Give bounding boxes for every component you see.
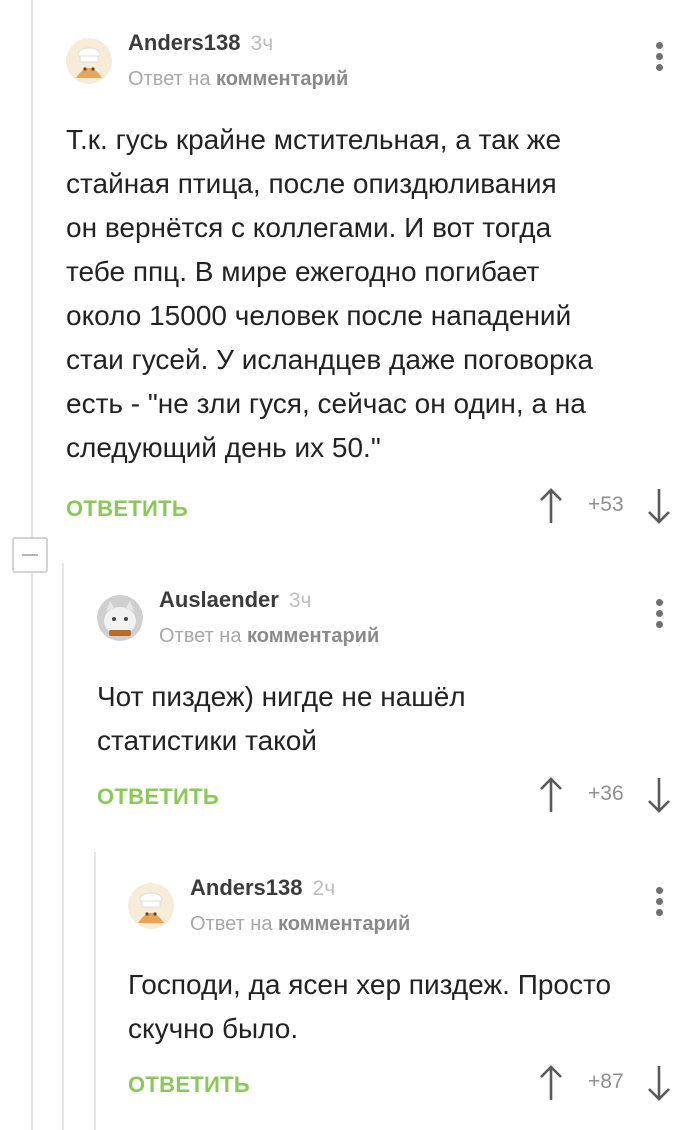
chef-avatar-icon	[128, 883, 174, 929]
collapse-thread-button[interactable]	[12, 537, 48, 573]
arrow-up-icon[interactable]	[538, 776, 564, 814]
comment-time: 2ч	[312, 877, 336, 900]
comment-author[interactable]: Anders138 2ч	[190, 875, 335, 901]
rating-value: +36	[588, 782, 624, 805]
reply-target-link[interactable]: комментарий	[278, 913, 410, 935]
arrow-down-icon[interactable]	[646, 487, 672, 525]
rating-value: +53	[588, 493, 624, 516]
comment: Auslaender 3ч Ответ на комментарий Чот пи…	[97, 587, 677, 827]
comment: Anders138 3ч Ответ на комментарий Т.к. гу…	[66, 30, 676, 530]
reply-button[interactable]: ОТВЕТИТЬ	[66, 496, 188, 522]
reply-to-line: Ответ на комментарий	[159, 625, 379, 648]
rating-value: +87	[588, 1070, 624, 1093]
more-vertical-icon[interactable]	[654, 42, 664, 72]
thread-line-level-1	[62, 563, 64, 1130]
arrow-up-icon[interactable]	[538, 1064, 564, 1102]
reply-prefix: Ответ на	[190, 913, 273, 935]
reply-button[interactable]: ОТВЕТИТЬ	[128, 1072, 250, 1098]
author-name[interactable]: Auslaender	[159, 587, 279, 612]
reply-to-line: Ответ на комментарий	[190, 913, 410, 936]
minus-icon	[22, 554, 38, 556]
reply-target-link[interactable]: комментарий	[247, 625, 379, 647]
author-name[interactable]: Anders138	[190, 875, 303, 900]
more-vertical-icon[interactable]	[654, 887, 664, 917]
comment-body: Т.к. гусь крайне мстительная, а так же с…	[66, 124, 594, 463]
reply-prefix: Ответ на	[128, 68, 211, 90]
reply-prefix: Ответ на	[159, 625, 242, 647]
cat-avatar-icon	[97, 595, 143, 641]
chef-avatar-icon	[66, 38, 112, 84]
arrow-down-icon[interactable]	[646, 1064, 672, 1102]
comment-body: Господи, да ясен хер пиздеж. Просто скуч…	[128, 969, 612, 1044]
comment-time: 3ч	[288, 589, 312, 612]
comment-author[interactable]: Anders138 3ч	[128, 30, 273, 56]
comment: Anders138 2ч Ответ на комментарий Господи…	[128, 875, 678, 1115]
thread-line-level-0-lower	[31, 573, 33, 1130]
reply-button[interactable]: ОТВЕТИТЬ	[97, 784, 219, 810]
vote-controls: +36	[536, 776, 676, 816]
comment-body: Чот пиздеж) нигде не нашёл статистики та…	[97, 681, 466, 756]
arrow-down-icon[interactable]	[646, 776, 672, 814]
vote-controls: +87	[536, 1064, 676, 1104]
author-name[interactable]: Anders138	[128, 30, 241, 55]
vote-controls: +53	[536, 487, 676, 527]
avatar[interactable]	[128, 883, 174, 929]
reply-target-link[interactable]: комментарий	[216, 68, 348, 90]
comment-time: 3ч	[250, 32, 274, 55]
comment-author[interactable]: Auslaender 3ч	[159, 587, 311, 613]
more-vertical-icon[interactable]	[654, 599, 664, 629]
thread-line-level-2	[94, 852, 96, 1130]
avatar[interactable]	[66, 38, 112, 84]
thread-line-level-0	[31, 0, 33, 537]
reply-to-line: Ответ на комментарий	[128, 68, 348, 91]
arrow-up-icon[interactable]	[538, 487, 564, 525]
avatar[interactable]	[97, 595, 143, 641]
